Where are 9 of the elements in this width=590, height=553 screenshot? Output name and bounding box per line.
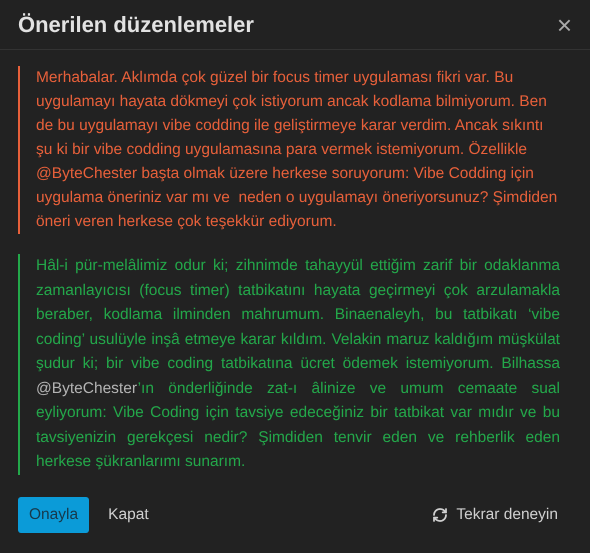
close-button[interactable]: × [556,12,572,38]
retry-button[interactable]: Tekrar deneyin [432,503,558,527]
refresh-icon [432,507,448,523]
confirm-button[interactable]: Onayla [18,497,90,533]
close-text-button[interactable]: Kapat [108,503,149,527]
mention-link[interactable]: @ByteChester [36,380,138,396]
original-text: Merhabalar. Aklımda çok güzel bir focus timer uygulaması fikri var. Bu uygulamayı hayata dökmeyi çok istiyorum ancak kodlama bilmiyorum. Ben de bu uygulamayı vibe codding ile geliştirmeye karar verdim. Ancak sıkıntı şu ki bir vibe codding uygulamasına para vermek istemiyorum. Özellikle @ByteChester başta olmak üzere herkese soruyorum: Vibe Codding için uygulama öneriniz var mı ve neden o uygulamayı öneriyorsunuz? Şimdiden öneri veren herkese çok teşekkür ediyorum. [36,68,558,232]
suggested-text: Hâl-i pür-melâlimiz odur ki; zihnimde tahayyül ettiğim zarif bir odaklanma zamanlayıcısı (focus timer) tatbikatını hayata geçirmeyi çok arzulamakla beraber, kodlama ilminden mahrumum. Binaenaleyh, bu tatbikatı ‘vibe coding’ usulüyle inşâ etmeye karar kıldım. Velakin maruz kaldığım müşkülat şudur ki; bir vibe coding tatbikatına ücret ödemek istemiyorum. Bilhassa @ByteChester’ın önderliğinde zat-ı âlinize ve umum cemaate sual eyliyorum: Vibe Coding için tavsiye edeceğiniz bir tatbikat var mıdır ve bu tavsiyenizin gerekçesi nedir? Şimdiden tenvir eden ve rehberlik eden herkese şükranlarımı sunarım. [36,256,560,472]
dialog-title: Önerilen düzenlemeler [18,11,254,39]
